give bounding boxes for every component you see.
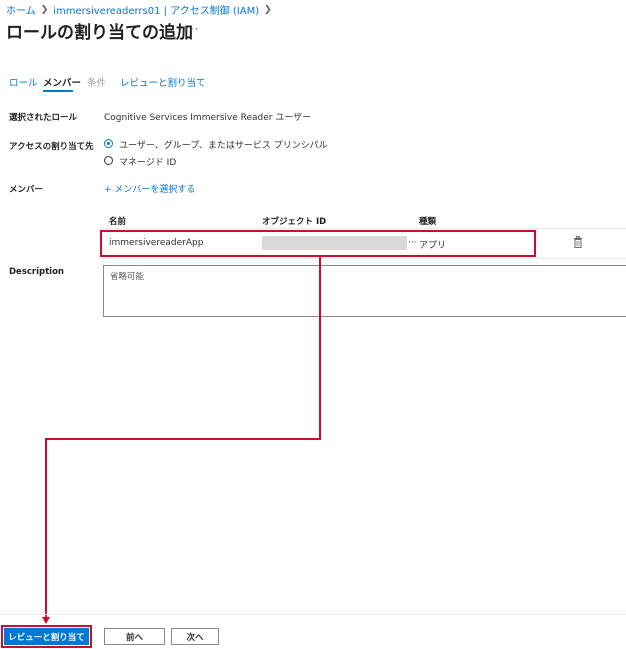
table-divider [100,258,626,259]
tab-conditions: 条件 [87,78,107,89]
radio-managed-identity-label: マネージド ID [119,158,177,168]
column-header-type: 種類 [419,217,437,227]
radio-user-group-sp[interactable] [104,139,113,148]
selected-role-label: 選択されたロール [9,113,78,123]
description-label: Description [9,267,64,277]
members-label: メンバー [9,185,44,195]
trash-icon[interactable] [573,236,583,248]
previous-button[interactable]: 前へ [104,628,165,645]
breadcrumb-home[interactable]: ホーム [6,2,36,17]
select-members-link[interactable]: + メンバーを選択する [104,182,195,195]
description-textarea[interactable] [103,265,626,317]
active-tab-indicator [43,90,73,92]
next-button[interactable]: 次へ [171,628,219,645]
review-assign-highlight [1,625,92,648]
table-divider [100,228,626,229]
tab-role[interactable]: ロール [9,75,38,89]
annotation-connector [45,438,47,618]
annotation-connector [45,438,321,440]
breadcrumb: ホーム ❯ immersivereaderrs01 | アクセス制御 (IAM)… [6,2,277,18]
tab-review-assign[interactable]: レビューと割り当て [120,75,206,89]
chevron-right-icon: ❯ [264,4,272,15]
radio-user-group-sp-label: ユーザー、グループ、またはサービス プリンシパル [119,141,328,151]
breadcrumb-iam[interactable]: immersivereaderrs01 | アクセス制御 (IAM) [53,2,259,17]
description-placeholder: 省略可能 [110,272,145,282]
annotation-connector [319,257,321,440]
column-header-object-id: オブジェクト ID [262,217,327,227]
radio-managed-identity[interactable] [104,156,113,165]
arrow-down-icon [42,617,50,624]
assign-access-label: アクセスの割り当て先 [9,142,94,152]
selected-role-value: Cognitive Services Immersive Reader ユーザー [104,113,312,123]
member-row-highlight [100,230,536,257]
footer-divider [0,614,626,615]
tab-members[interactable]: メンバー [43,75,81,89]
page-title: ロールの割り当ての追加 [6,23,193,43]
column-header-name: 名前 [109,217,127,227]
more-options-icon[interactable]: ··· [185,22,199,36]
chevron-right-icon: ❯ [40,4,49,15]
